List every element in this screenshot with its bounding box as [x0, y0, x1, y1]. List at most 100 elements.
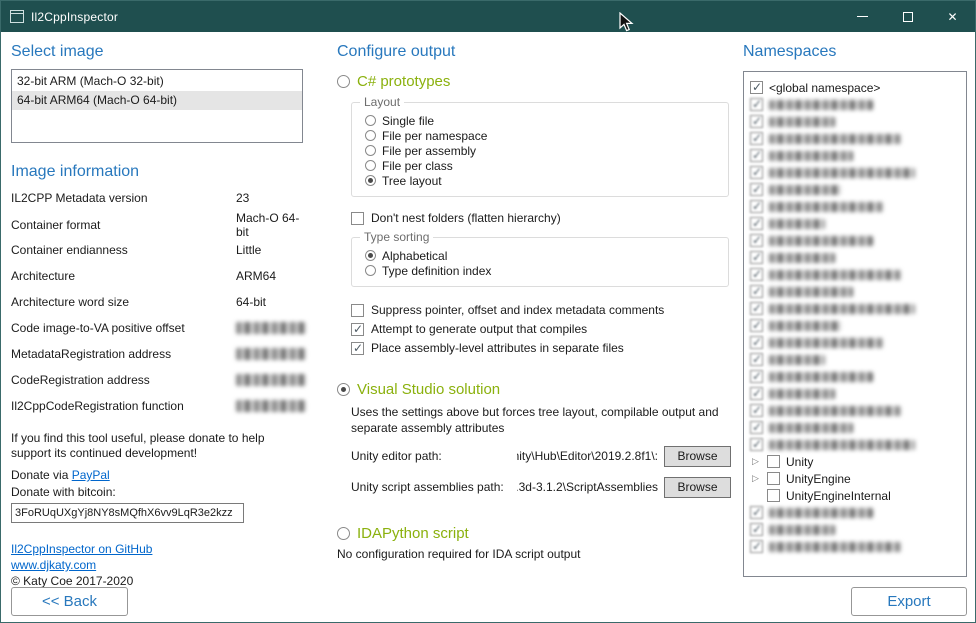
namespace-item-redacted[interactable]	[750, 113, 962, 130]
namespace-item-redacted[interactable]	[750, 317, 962, 334]
checkbox-checked-icon	[750, 523, 763, 536]
namespace-item-redacted[interactable]	[750, 300, 962, 317]
export-button[interactable]: Export	[851, 587, 967, 616]
radio-visual-studio-solution[interactable]: Visual Studio solution	[337, 381, 731, 398]
radio-label: Visual Studio solution	[357, 381, 500, 398]
namespace-item-redacted[interactable]	[750, 368, 962, 385]
image-list-item[interactable]: 32-bit ARM (Mach-O 32-bit)	[12, 72, 302, 91]
namespace-item-redacted[interactable]	[750, 436, 962, 453]
namespace-item-redacted[interactable]	[750, 351, 962, 368]
close-icon: ✕	[947, 11, 957, 23]
paypal-link[interactable]: PayPal	[72, 468, 110, 482]
namespace-item-redacted[interactable]	[750, 130, 962, 147]
radio-file-per-namespace[interactable]: File per namespace	[365, 128, 718, 143]
namespace-item-unityengine[interactable]: ▷ UnityEngine	[750, 470, 962, 487]
radio-file-per-assembly[interactable]: File per assembly	[365, 143, 718, 158]
radio-alphabetical[interactable]: Alphabetical	[365, 248, 718, 263]
minimize-button[interactable]	[840, 1, 885, 32]
radio-type-definition-index[interactable]: Type definition index	[365, 263, 718, 278]
info-label: Il2CppCodeRegistration function	[11, 399, 236, 413]
namespace-item-redacted[interactable]	[750, 334, 962, 351]
unity-assemblies-path-label: Unity script assemblies path:	[351, 480, 511, 494]
redacted-label	[769, 270, 901, 280]
namespace-item-redacted[interactable]	[750, 402, 962, 419]
redacted-label	[769, 100, 873, 110]
radio-label: Single file	[382, 114, 434, 128]
redacted-label	[769, 525, 835, 535]
select-image-heading: Select image	[11, 43, 303, 61]
namespace-item-redacted[interactable]	[750, 198, 962, 215]
info-row: MetadataRegistration address	[11, 341, 303, 367]
maximize-button[interactable]	[885, 1, 930, 32]
mouse-cursor	[619, 12, 636, 32]
expander-icon[interactable]: ▷	[750, 456, 761, 467]
namespace-item-redacted[interactable]	[750, 385, 962, 402]
namespace-item-redacted[interactable]	[750, 249, 962, 266]
radio-single-file[interactable]: Single file	[365, 113, 718, 128]
namespace-item-redacted[interactable]	[750, 538, 962, 555]
namespace-item-redacted[interactable]	[750, 147, 962, 164]
namespace-item-redacted[interactable]	[750, 266, 962, 283]
paypal-prefix: Donate via	[11, 468, 72, 482]
checkbox-checked-icon	[750, 251, 763, 264]
image-list-item-selected[interactable]: 64-bit ARM64 (Mach-O 64-bit)	[12, 91, 302, 110]
namespace-item-redacted[interactable]	[750, 283, 962, 300]
radio-idapython-script[interactable]: IDAPython script	[337, 525, 731, 542]
checkbox-icon	[767, 472, 780, 485]
info-label: CodeRegistration address	[11, 373, 236, 387]
checkbox-compilable-output[interactable]: Attempt to generate output that compiles	[351, 322, 731, 336]
redacted-value	[236, 374, 306, 386]
info-row: Container endianness Little	[11, 237, 303, 263]
website-link[interactable]: www.djkaty.com	[11, 558, 96, 572]
namespace-item-global[interactable]: <global namespace>	[750, 79, 962, 96]
vs-description: Uses the settings above but forces tree …	[351, 404, 733, 436]
checkbox-checked-icon	[750, 268, 763, 281]
unity-assemblies-path-value: ate.3d-3.1.2\ScriptAssemblies	[517, 480, 658, 494]
checkbox-suppress-comments[interactable]: Suppress pointer, offset and index metad…	[351, 303, 731, 317]
checkbox-checked-icon	[750, 217, 763, 230]
checkbox-checked-icon	[351, 342, 364, 355]
namespace-item-unity[interactable]: ▷ Unity	[750, 453, 962, 470]
checkbox-label: Don't nest folders (flatten hierarchy)	[371, 211, 561, 225]
namespace-item-unityengineinternal[interactable]: UnityEngineInternal	[750, 487, 962, 504]
checkbox-label: Attempt to generate output that compiles	[371, 322, 587, 336]
info-row: Il2CppCodeRegistration function	[11, 393, 303, 419]
radio-tree-layout[interactable]: Tree layout	[365, 173, 718, 188]
namespace-item-redacted[interactable]	[750, 419, 962, 436]
redacted-label	[769, 508, 873, 518]
radio-file-per-class[interactable]: File per class	[365, 158, 718, 173]
checkbox-flatten-hierarchy[interactable]: Don't nest folders (flatten hierarchy)	[351, 211, 731, 225]
bitcoin-address-input[interactable]	[11, 503, 244, 523]
github-link[interactable]: Il2CppInspector on GitHub	[11, 542, 152, 556]
info-label: Architecture word size	[11, 295, 236, 309]
redacted-label	[769, 219, 825, 229]
info-row: CodeRegistration address	[11, 367, 303, 393]
expander-icon[interactable]: ▷	[750, 473, 761, 484]
paypal-line: Donate via PayPal	[11, 468, 303, 482]
radio-csharp-prototypes[interactable]: C# prototypes	[337, 73, 731, 90]
checkbox-checked-icon	[750, 370, 763, 383]
checkbox-checked-icon	[750, 421, 763, 434]
back-button[interactable]: << Back	[11, 587, 128, 616]
radio-label: File per assembly	[382, 144, 476, 158]
checkbox-checked-icon	[750, 98, 763, 111]
namespace-label: <global namespace>	[769, 81, 880, 95]
info-value: ARM64	[236, 269, 303, 283]
checkbox-icon	[351, 304, 364, 317]
browse-assemblies-path-button[interactable]: Browse	[664, 477, 731, 498]
namespace-item-redacted[interactable]	[750, 96, 962, 113]
namespace-item-redacted[interactable]	[750, 232, 962, 249]
layout-groupbox: Layout Single file File per namespace Fi…	[351, 102, 729, 197]
namespace-item-redacted[interactable]	[750, 215, 962, 232]
namespace-item-redacted[interactable]	[750, 504, 962, 521]
title-bar: Il2CppInspector ✕	[1, 1, 975, 32]
close-button[interactable]: ✕	[930, 1, 975, 32]
namespace-item-redacted[interactable]	[750, 181, 962, 198]
info-row: Container format Mach-O 64-bit	[11, 211, 303, 237]
namespace-item-redacted[interactable]	[750, 521, 962, 538]
image-information-heading: Image information	[11, 163, 303, 181]
browse-editor-path-button[interactable]: Browse	[664, 446, 731, 467]
checkbox-separate-attribute-files[interactable]: Place assembly-level attributes in separ…	[351, 341, 731, 355]
namespace-item-redacted[interactable]	[750, 164, 962, 181]
radio-icon	[365, 265, 376, 276]
